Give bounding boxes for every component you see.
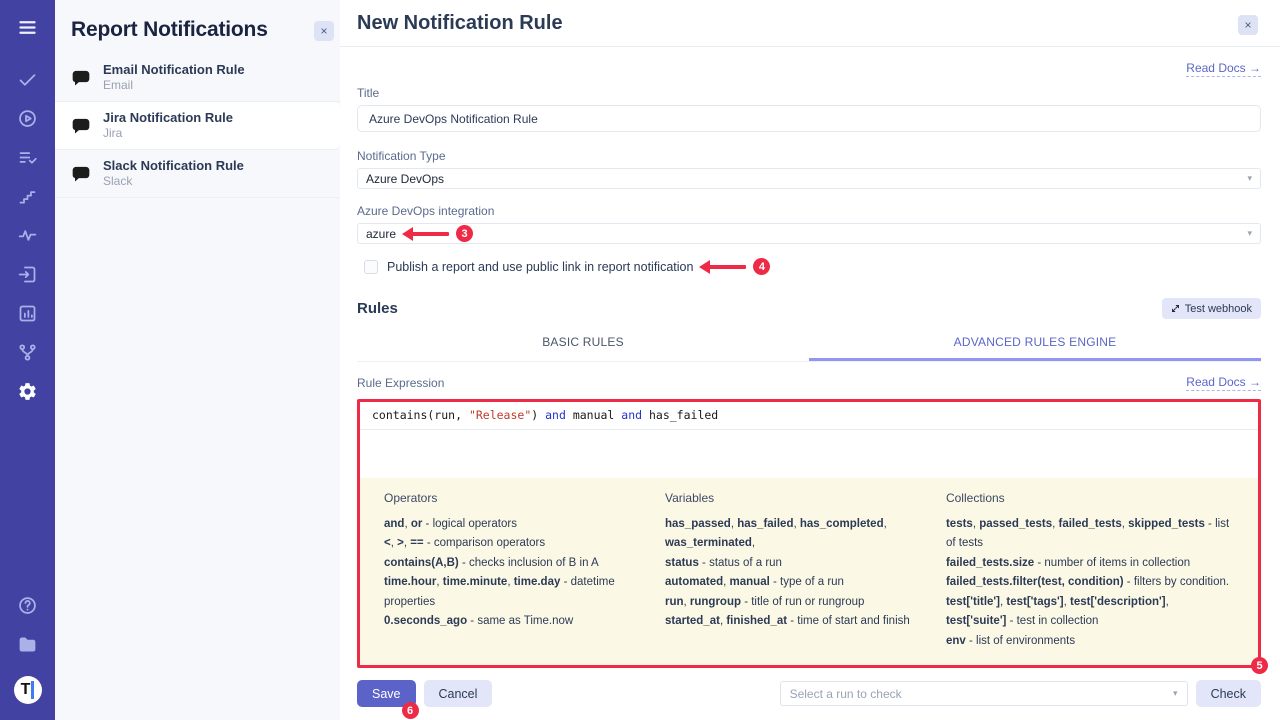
code-editor-line[interactable]: contains(run, "Release") and manual and … bbox=[360, 402, 1258, 430]
annotation-4: 4 bbox=[709, 258, 770, 275]
help-variables-title: Variables bbox=[665, 489, 928, 509]
list-item-slack-rule[interactable]: Slack Notification Rule Slack bbox=[55, 150, 340, 198]
branch-icon[interactable] bbox=[15, 339, 41, 365]
rule-title: Slack Notification Rule bbox=[103, 158, 244, 174]
check-button[interactable]: Check bbox=[1196, 680, 1261, 707]
new-rule-form: New Notification Rule × Read Docs → Titl… bbox=[340, 0, 1280, 720]
rule-subtitle: Slack bbox=[103, 174, 244, 189]
save-button[interactable]: Save 6 bbox=[357, 680, 416, 707]
expression-help-panel: Operators and, or - logical operators <,… bbox=[360, 478, 1258, 665]
annotation-3: 3 bbox=[412, 225, 473, 242]
app-sidebar: T bbox=[0, 0, 55, 720]
import-icon[interactable] bbox=[15, 261, 41, 287]
help-line: time.hour, time.minute, time.day - datet… bbox=[384, 573, 647, 612]
panel-close-button[interactable]: × bbox=[314, 21, 334, 41]
play-circle-icon[interactable] bbox=[15, 105, 41, 131]
help-line: automated, manual - type of a run bbox=[665, 573, 928, 593]
chat-bubble-icon bbox=[71, 116, 91, 136]
form-close-button[interactable]: × bbox=[1238, 15, 1258, 35]
chat-bubble-icon bbox=[71, 68, 91, 88]
chevron-down-icon: ▾ bbox=[1247, 228, 1252, 239]
rules-tabs: BASIC RULES ADVANCED RULES ENGINE bbox=[357, 326, 1261, 362]
help-icon[interactable] bbox=[15, 592, 41, 618]
main-header: New Notification Rule × bbox=[340, 0, 1280, 47]
integration-label: Azure DevOps integration bbox=[357, 204, 1261, 218]
check-icon[interactable] bbox=[15, 66, 41, 92]
rule-subtitle: Email bbox=[103, 78, 245, 93]
help-line: status - status of a run bbox=[665, 554, 928, 574]
gear-icon[interactable] bbox=[15, 378, 41, 404]
rule-title: Email Notification Rule bbox=[103, 62, 245, 78]
list-check-icon[interactable] bbox=[15, 144, 41, 170]
help-line: failed_tests.filter(test, condition) - f… bbox=[946, 573, 1230, 593]
panel-header: Report Notifications × bbox=[55, 0, 340, 54]
list-item-email-rule[interactable]: Email Notification Rule Email bbox=[55, 54, 340, 102]
annotation-badge-3: 3 bbox=[456, 225, 473, 242]
tab-basic-rules[interactable]: BASIC RULES bbox=[357, 326, 809, 361]
help-line: and, or - logical operators bbox=[384, 515, 647, 535]
read-docs-link-rules[interactable]: Read Docs → bbox=[1186, 375, 1261, 391]
menu-icon[interactable] bbox=[15, 14, 41, 40]
help-line: 0.seconds_ago - same as Time.now bbox=[384, 612, 647, 632]
help-line: tests, passed_tests, failed_tests, skipp… bbox=[946, 515, 1230, 554]
help-line: contains(A,B) - checks inclusion of B in… bbox=[384, 554, 647, 574]
help-line: run, rungroup - title of run or rungroup bbox=[665, 593, 928, 613]
notification-type-label: Notification Type bbox=[357, 149, 1261, 163]
activity-icon[interactable] bbox=[15, 222, 41, 248]
select-run-dropdown[interactable]: Select a run to check ▾ bbox=[780, 681, 1188, 706]
help-line: <, >, == - comparison operators bbox=[384, 534, 647, 554]
rules-heading: Rules bbox=[357, 300, 398, 317]
publish-report-label: Publish a report and use public link in … bbox=[387, 260, 693, 274]
help-line: test['title'], test['tags'], test['descr… bbox=[946, 593, 1230, 632]
rule-expression-label: Rule Expression bbox=[357, 376, 444, 390]
annotation-badge-5: 5 bbox=[1251, 657, 1268, 674]
publish-report-checkbox[interactable] bbox=[364, 260, 378, 274]
steps-icon[interactable] bbox=[15, 183, 41, 209]
notification-type-select[interactable]: Azure DevOps ▾ bbox=[357, 168, 1261, 189]
red-arrow-left-icon bbox=[412, 232, 449, 236]
folder-icon[interactable] bbox=[15, 631, 41, 657]
help-line: has_passed, has_failed, has_completed, w… bbox=[665, 515, 928, 554]
cancel-button[interactable]: Cancel bbox=[424, 680, 493, 707]
red-arrow-left-icon bbox=[709, 265, 746, 269]
report-notifications-panel: Report Notifications × Email Notificatio… bbox=[55, 0, 340, 720]
help-line: failed_tests.size - number of items in c… bbox=[946, 554, 1230, 574]
title-label: Title bbox=[357, 86, 1261, 100]
help-operators-title: Operators bbox=[384, 489, 647, 509]
chevron-down-icon: ▾ bbox=[1247, 173, 1252, 184]
annotation-badge-6: 6 bbox=[402, 702, 419, 719]
page-title: New Notification Rule bbox=[357, 12, 563, 35]
rule-title: Jira Notification Rule bbox=[103, 110, 233, 126]
annotation-badge-4: 4 bbox=[753, 258, 770, 275]
form-content: Read Docs → Title Azure DevOps Notificat… bbox=[340, 47, 1280, 707]
help-line: started_at, finished_at - time of start … bbox=[665, 612, 928, 632]
logo-t[interactable]: T bbox=[14, 676, 42, 704]
rule-expression-editor: contains(run, "Release") and manual and … bbox=[357, 399, 1261, 668]
bar-chart-icon[interactable] bbox=[15, 300, 41, 326]
tab-advanced-rules-engine[interactable]: ADVANCED RULES ENGINE bbox=[809, 326, 1261, 361]
panel-title: Report Notifications bbox=[71, 18, 268, 42]
rule-subtitle: Jira bbox=[103, 126, 233, 141]
chat-bubble-icon bbox=[71, 164, 91, 184]
test-webhook-button[interactable]: Test webhook bbox=[1162, 298, 1261, 319]
help-line: env - list of environments bbox=[946, 632, 1230, 652]
expand-arrows-icon bbox=[1171, 304, 1180, 313]
help-collections-title: Collections bbox=[946, 489, 1230, 509]
chevron-down-icon: ▾ bbox=[1173, 688, 1178, 699]
title-input[interactable]: Azure DevOps Notification Rule bbox=[357, 105, 1261, 132]
read-docs-link[interactable]: Read Docs → bbox=[1186, 61, 1261, 77]
code-editor-area[interactable] bbox=[360, 430, 1258, 478]
integration-select[interactable]: azure 3 ▾ bbox=[357, 223, 1261, 244]
list-item-jira-rule[interactable]: Jira Notification Rule Jira bbox=[55, 102, 340, 150]
